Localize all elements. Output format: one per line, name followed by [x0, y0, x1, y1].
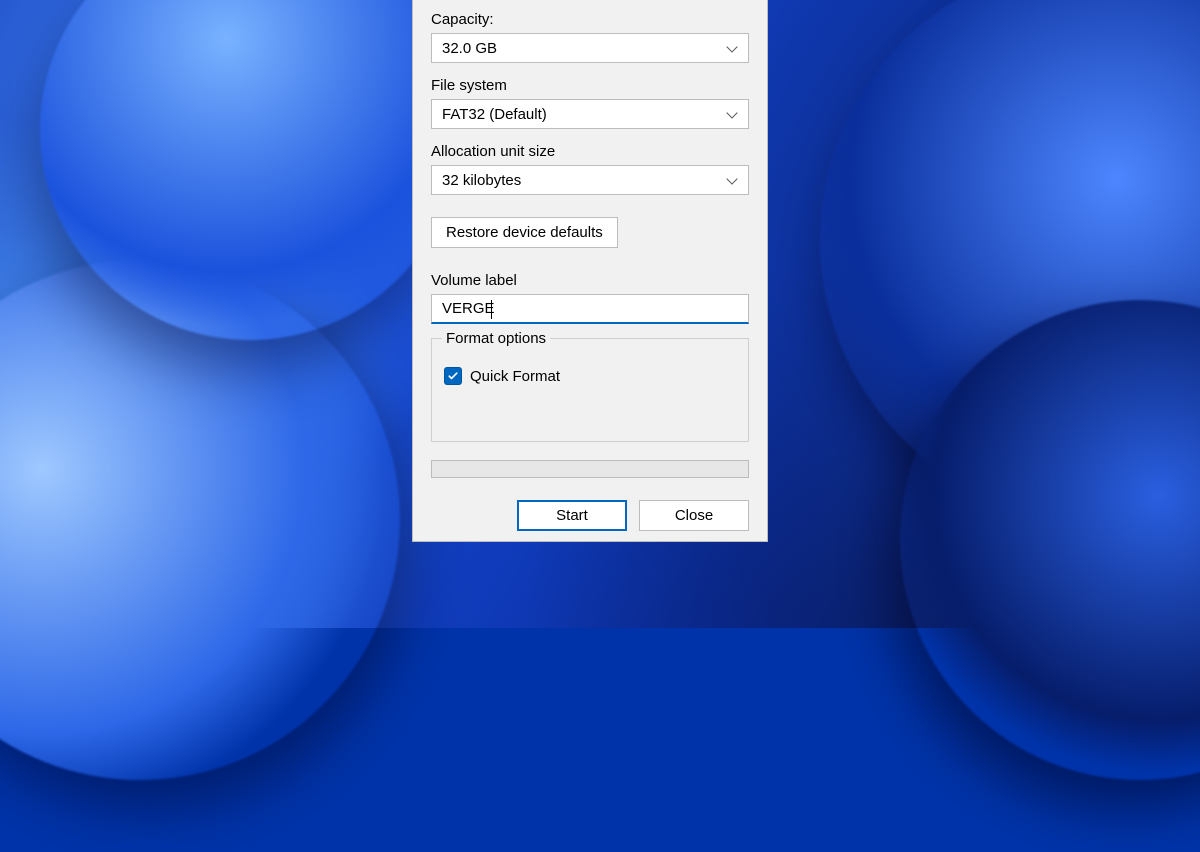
quick-format-checkbox[interactable]	[444, 367, 462, 385]
chevron-down-icon	[726, 41, 740, 55]
check-icon	[447, 370, 459, 382]
capacity-value: 32.0 GB	[442, 40, 726, 57]
format-options-legend: Format options	[442, 331, 550, 346]
restore-defaults-button[interactable]: Restore device defaults	[431, 217, 618, 248]
filesystem-label: File system	[431, 77, 749, 94]
allocation-value: 32 kilobytes	[442, 172, 726, 189]
start-button[interactable]: Start	[517, 500, 627, 531]
format-options-group: Format options Quick Format	[431, 338, 749, 442]
chevron-down-icon	[726, 107, 740, 121]
close-button[interactable]: Close	[639, 500, 749, 531]
filesystem-select[interactable]: FAT32 (Default)	[431, 99, 749, 129]
format-dialog: Capacity: 32.0 GB File system FAT32 (Def…	[412, 0, 768, 542]
allocation-label: Allocation unit size	[431, 143, 749, 160]
format-progress-bar	[431, 460, 749, 478]
filesystem-value: FAT32 (Default)	[442, 106, 726, 123]
allocation-select[interactable]: 32 kilobytes	[431, 165, 749, 195]
capacity-label: Capacity:	[431, 11, 749, 28]
chevron-down-icon	[726, 173, 740, 187]
volume-label-label: Volume label	[431, 272, 749, 289]
capacity-select[interactable]: 32.0 GB	[431, 33, 749, 63]
text-caret	[491, 300, 492, 319]
quick-format-label: Quick Format	[470, 368, 560, 385]
volume-label-input[interactable]	[431, 294, 749, 324]
